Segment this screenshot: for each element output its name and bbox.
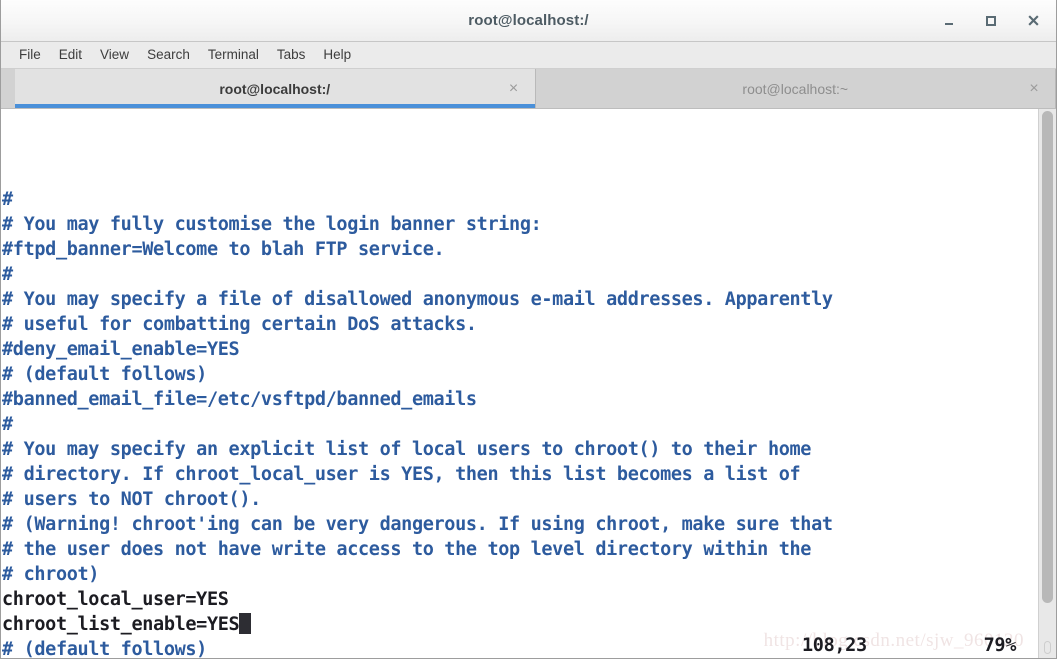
scrollbar-thumb[interactable] bbox=[1042, 111, 1053, 603]
terminal-text-buffer[interactable]: # # You may fully customise the login ban… bbox=[1, 109, 1038, 658]
terminal-line: # users to NOT chroot(). bbox=[2, 487, 1038, 512]
terminal-line: # chroot) bbox=[2, 562, 1038, 587]
menu-item-search[interactable]: Search bbox=[138, 45, 199, 65]
terminal-line: # You may fully customise the login bann… bbox=[2, 212, 1038, 237]
menu-item-view[interactable]: View bbox=[91, 45, 138, 65]
terminal-line-text: chroot_list_enable=YES bbox=[2, 614, 240, 635]
text-cursor bbox=[239, 613, 252, 634]
terminal-line-text: chroot_local_user=YES bbox=[2, 589, 229, 610]
maximize-button[interactable] bbox=[982, 12, 1000, 30]
terminal-line-text: # bbox=[2, 189, 13, 210]
terminal-line: #deny_email_enable=YES bbox=[2, 337, 1038, 362]
terminal-line: # (Warning! chroot'ing can be very dange… bbox=[2, 512, 1038, 537]
terminal-line-text: # (Warning! chroot'ing can be very dange… bbox=[2, 514, 833, 535]
tab-close-icon[interactable]: × bbox=[507, 80, 521, 97]
terminal-window: root@localhost:/ File Edit View Search T… bbox=[0, 0, 1057, 659]
menu-item-file[interactable]: File bbox=[10, 45, 50, 65]
terminal-line-text: # directory. If chroot_local_user is YES… bbox=[2, 464, 801, 485]
tab-root-localhost-root[interactable]: root@localhost:/ × bbox=[15, 69, 536, 108]
tab-bar: root@localhost:/ × root@localhost:~ × bbox=[1, 69, 1056, 109]
terminal-line-text: # chroot) bbox=[2, 564, 100, 585]
terminal-line-text: #ftpd_banner=Welcome to blah FTP service… bbox=[2, 239, 445, 260]
terminal-line: #banned_email_file=/etc/vsftpd/banned_em… bbox=[2, 387, 1038, 412]
terminal-line-text: # You may specify an explicit list of lo… bbox=[2, 439, 812, 460]
terminal-line: chroot_local_user=YES bbox=[2, 587, 1038, 612]
terminal-line: # bbox=[2, 262, 1038, 287]
terminal-area: # # You may fully customise the login ban… bbox=[1, 109, 1056, 658]
tab-label: root@localhost:~ bbox=[742, 80, 849, 97]
terminal-line-text: #deny_email_enable=YES bbox=[2, 339, 240, 360]
menu-bar: File Edit View Search Terminal Tabs Help bbox=[1, 42, 1056, 69]
terminal-line: # bbox=[2, 412, 1038, 437]
terminal-line-text: # the user does not have write access to… bbox=[2, 539, 812, 560]
menu-item-terminal[interactable]: Terminal bbox=[199, 45, 268, 65]
tab-label: root@localhost:/ bbox=[219, 80, 331, 97]
terminal-scrollbar[interactable] bbox=[1038, 109, 1056, 658]
tab-close-icon[interactable]: × bbox=[1027, 80, 1041, 97]
terminal-line: # the user does not have write access to… bbox=[2, 537, 1038, 562]
terminal-line-text: #banned_email_file=/etc/vsftpd/banned_em… bbox=[2, 389, 477, 410]
terminal-line-text: # bbox=[2, 414, 13, 435]
terminal-line-text: # You may specify a file of disallowed a… bbox=[2, 289, 833, 310]
terminal-line: #ftpd_banner=Welcome to blah FTP service… bbox=[2, 237, 1038, 262]
menu-item-help[interactable]: Help bbox=[314, 45, 360, 65]
scrollbar-end-marker[interactable] bbox=[1044, 641, 1051, 654]
title-bar: root@localhost:/ bbox=[1, 0, 1056, 42]
terminal-line: # directory. If chroot_local_user is YES… bbox=[2, 462, 1038, 487]
window-controls bbox=[940, 0, 1042, 41]
terminal-line-text: # useful for combatting certain DoS atta… bbox=[2, 314, 477, 335]
terminal-line-text: # You may fully customise the login bann… bbox=[2, 214, 542, 235]
terminal-line-text: # (default follows) bbox=[2, 364, 207, 385]
terminal-line: # useful for combatting certain DoS atta… bbox=[2, 312, 1038, 337]
close-button[interactable] bbox=[1024, 12, 1042, 30]
terminal-line: # bbox=[2, 187, 1038, 212]
window-title: root@localhost:/ bbox=[468, 12, 589, 29]
vim-status-line: -- INSERT -- 108,23 79% bbox=[2, 633, 1038, 658]
minimize-button[interactable] bbox=[940, 12, 958, 30]
terminal-line: # (default follows) bbox=[2, 362, 1038, 387]
terminal-line: # You may specify a file of disallowed a… bbox=[2, 287, 1038, 312]
terminal-line: # You may specify an explicit list of lo… bbox=[2, 437, 1038, 462]
terminal-line-text: # users to NOT chroot(). bbox=[2, 489, 261, 510]
cursor-position: 108,23 bbox=[802, 635, 867, 656]
tab-root-localhost-home[interactable]: root@localhost:~ × bbox=[535, 69, 1056, 108]
menu-item-edit[interactable]: Edit bbox=[50, 45, 91, 65]
scroll-percent: 79% bbox=[983, 635, 1017, 656]
menu-item-tabs[interactable]: Tabs bbox=[268, 45, 315, 65]
terminal-line-text: # bbox=[2, 264, 13, 285]
terminal-lines: # # You may fully customise the login ban… bbox=[2, 187, 1038, 658]
